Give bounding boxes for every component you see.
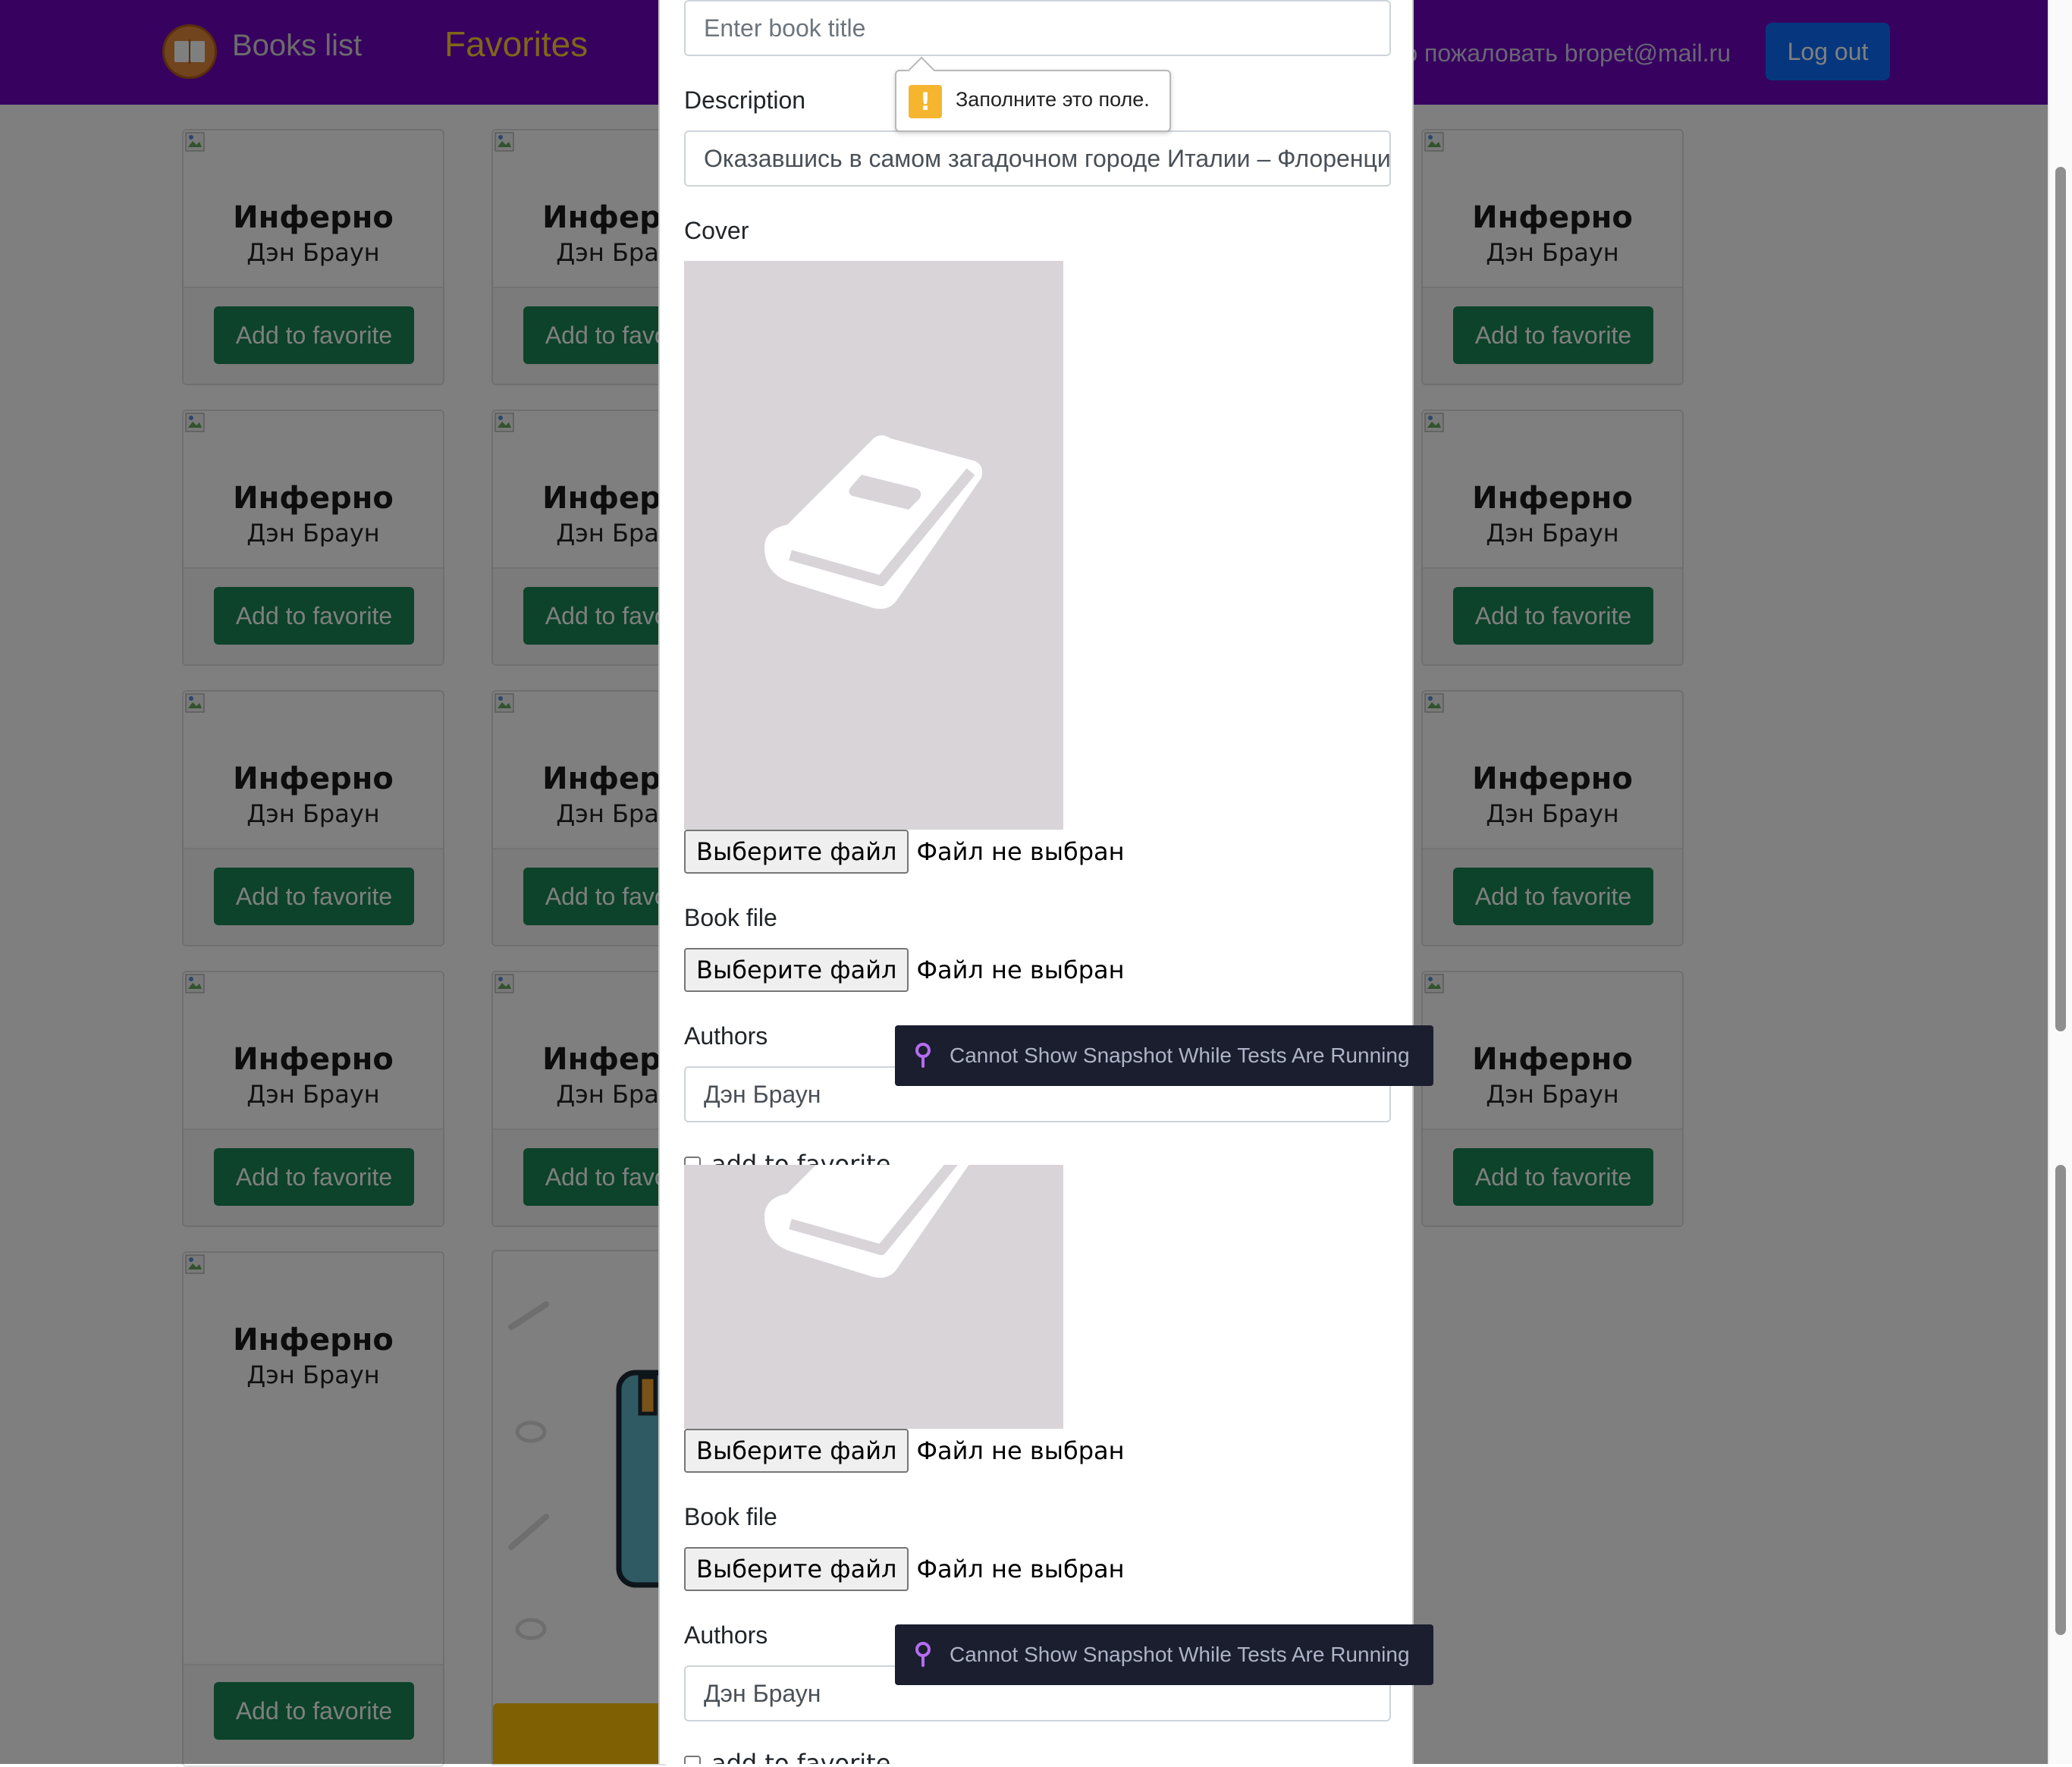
favorite-checkbox-row[interactable]: add to favorite: [684, 1150, 890, 1165]
book-placeholder-icon: [764, 435, 982, 609]
cover-choose-file-button[interactable]: Выберите файл: [684, 1429, 909, 1473]
description-label: Description: [684, 86, 806, 114]
cover-file-status: Файл не выбран: [916, 837, 1125, 866]
book-placeholder-icon: [764, 1165, 969, 1278]
book-file-picker: Выберите файл Файл не выбран: [684, 1547, 1125, 1591]
authors-label: Authors: [684, 1621, 768, 1649]
snapshot-banner: Cannot Show Snapshot While Tests Are Run…: [895, 1624, 1433, 1685]
add-book-modal: Enter book title Description Оказавшись …: [658, 0, 1414, 1764]
snapshot-banner: Cannot Show Snapshot While Tests Are Run…: [895, 1025, 1433, 1086]
authors-label: Authors: [684, 1022, 768, 1050]
cover-file-picker: Выберите файл Файл не выбран: [684, 830, 1125, 874]
book-choose-file-button[interactable]: Выберите файл: [684, 1547, 909, 1591]
cover-label: Cover: [684, 217, 749, 244]
favorite-checkbox-label: add to favorite: [711, 1150, 891, 1165]
favorite-checkbox-row[interactable]: add to favorite: [684, 1749, 890, 1764]
validation-tooltip: ! Заполните это поле.: [895, 56, 1171, 132]
validation-message: Заполните это поле.: [956, 88, 1150, 111]
cover-preview-image: [684, 261, 1063, 830]
book-file-picker: Выберите файл Файл не выбран: [684, 948, 1125, 992]
favorite-checkbox[interactable]: [684, 1756, 701, 1764]
cover-file-status: Файл не выбран: [916, 1436, 1125, 1465]
scrollbar-thumb-upper[interactable]: [2055, 167, 2066, 1031]
book-file-label: Book file: [684, 904, 777, 931]
description-input[interactable]: Оказавшись в самом загадочном городе Ита…: [684, 130, 1391, 187]
page-scrollbar[interactable]: [2048, 0, 2072, 1764]
warning-icon: !: [909, 85, 942, 118]
cover-preview-image: [684, 1165, 1063, 1429]
favorite-checkbox[interactable]: [684, 1157, 701, 1165]
book-title-input[interactable]: Enter book title: [684, 0, 1391, 56]
book-choose-file-button[interactable]: Выберите файл: [684, 948, 909, 992]
snapshot-message: Cannot Show Snapshot While Tests Are Run…: [950, 1044, 1410, 1067]
scrollbar-thumb-lower[interactable]: [2055, 1165, 2066, 1635]
book-file-status: Файл не выбран: [916, 956, 1125, 984]
pin-icon: [915, 1043, 931, 1068]
book-file-label: Book file: [684, 1503, 777, 1530]
cover-choose-file-button[interactable]: Выберите файл: [684, 830, 909, 874]
book-file-status: Файл не выбран: [916, 1555, 1125, 1583]
snapshot-message: Cannot Show Snapshot While Tests Are Run…: [950, 1643, 1410, 1666]
pin-icon: [915, 1642, 931, 1667]
cover-file-picker: Выберите файл Файл не выбран: [684, 1429, 1125, 1473]
favorite-checkbox-label: add to favorite: [711, 1749, 891, 1764]
